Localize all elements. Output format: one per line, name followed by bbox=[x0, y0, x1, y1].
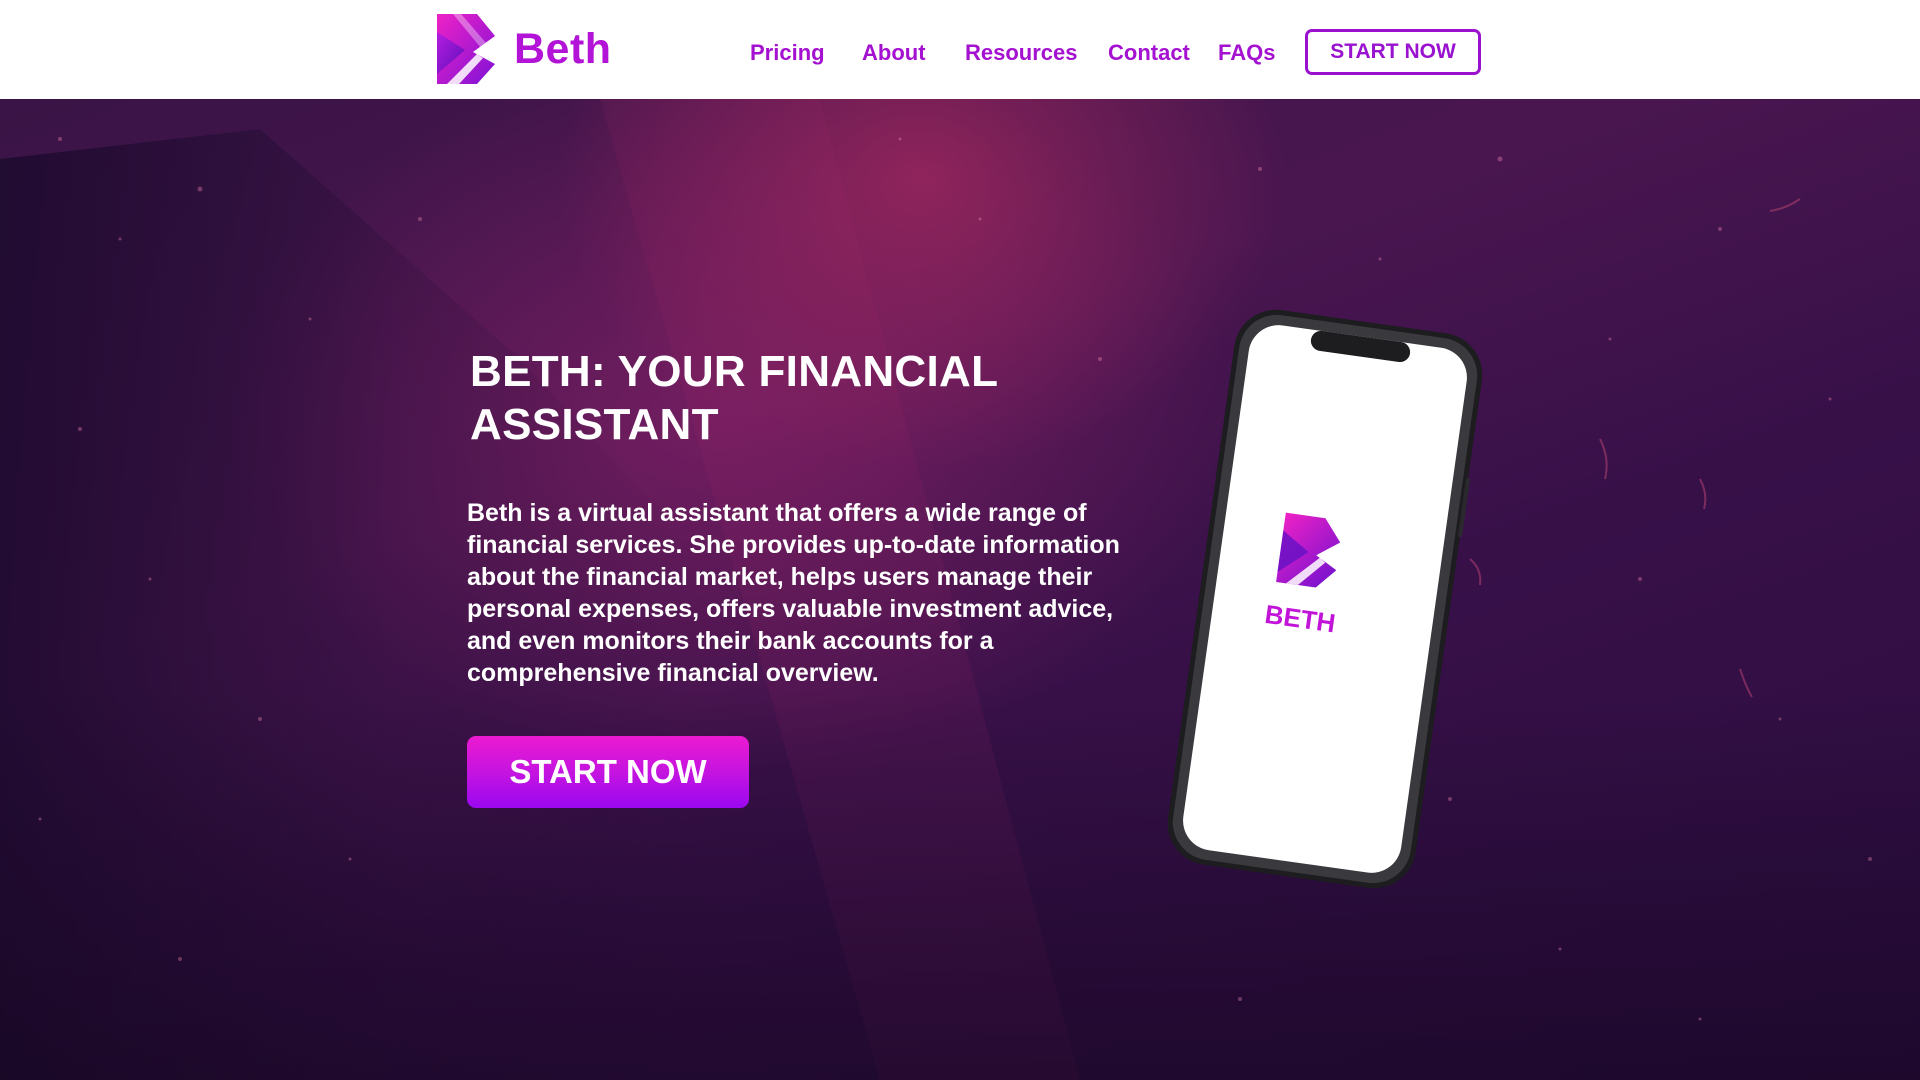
hero-start-now-button[interactable]: START NOW bbox=[467, 736, 749, 808]
brand-name: Beth bbox=[514, 24, 612, 73]
nav-link-pricing[interactable]: Pricing bbox=[750, 40, 825, 66]
top-navigation-bar: Beth Pricing About Resources Contact FAQ… bbox=[0, 0, 1920, 99]
nav-link-resources[interactable]: Resources bbox=[965, 40, 1078, 66]
nav-link-contact[interactable]: Contact bbox=[1108, 40, 1190, 66]
brand-logo-link[interactable]: Beth bbox=[437, 14, 612, 84]
beth-b-logo-icon bbox=[437, 14, 495, 84]
nav-link-about[interactable]: About bbox=[862, 40, 926, 66]
header-start-now-button[interactable]: START NOW bbox=[1305, 29, 1481, 75]
hero-section: BETH: YOUR FINANCIAL ASSISTANT Beth is a… bbox=[0, 99, 1920, 1080]
hero-title: BETH: YOUR FINANCIAL ASSISTANT bbox=[470, 347, 998, 449]
nav-link-faqs[interactable]: FAQs bbox=[1218, 40, 1275, 66]
hero-description: Beth is a virtual assistant that offers … bbox=[467, 499, 1120, 687]
phone-mockup-image: BETH bbox=[1167, 309, 1483, 889]
